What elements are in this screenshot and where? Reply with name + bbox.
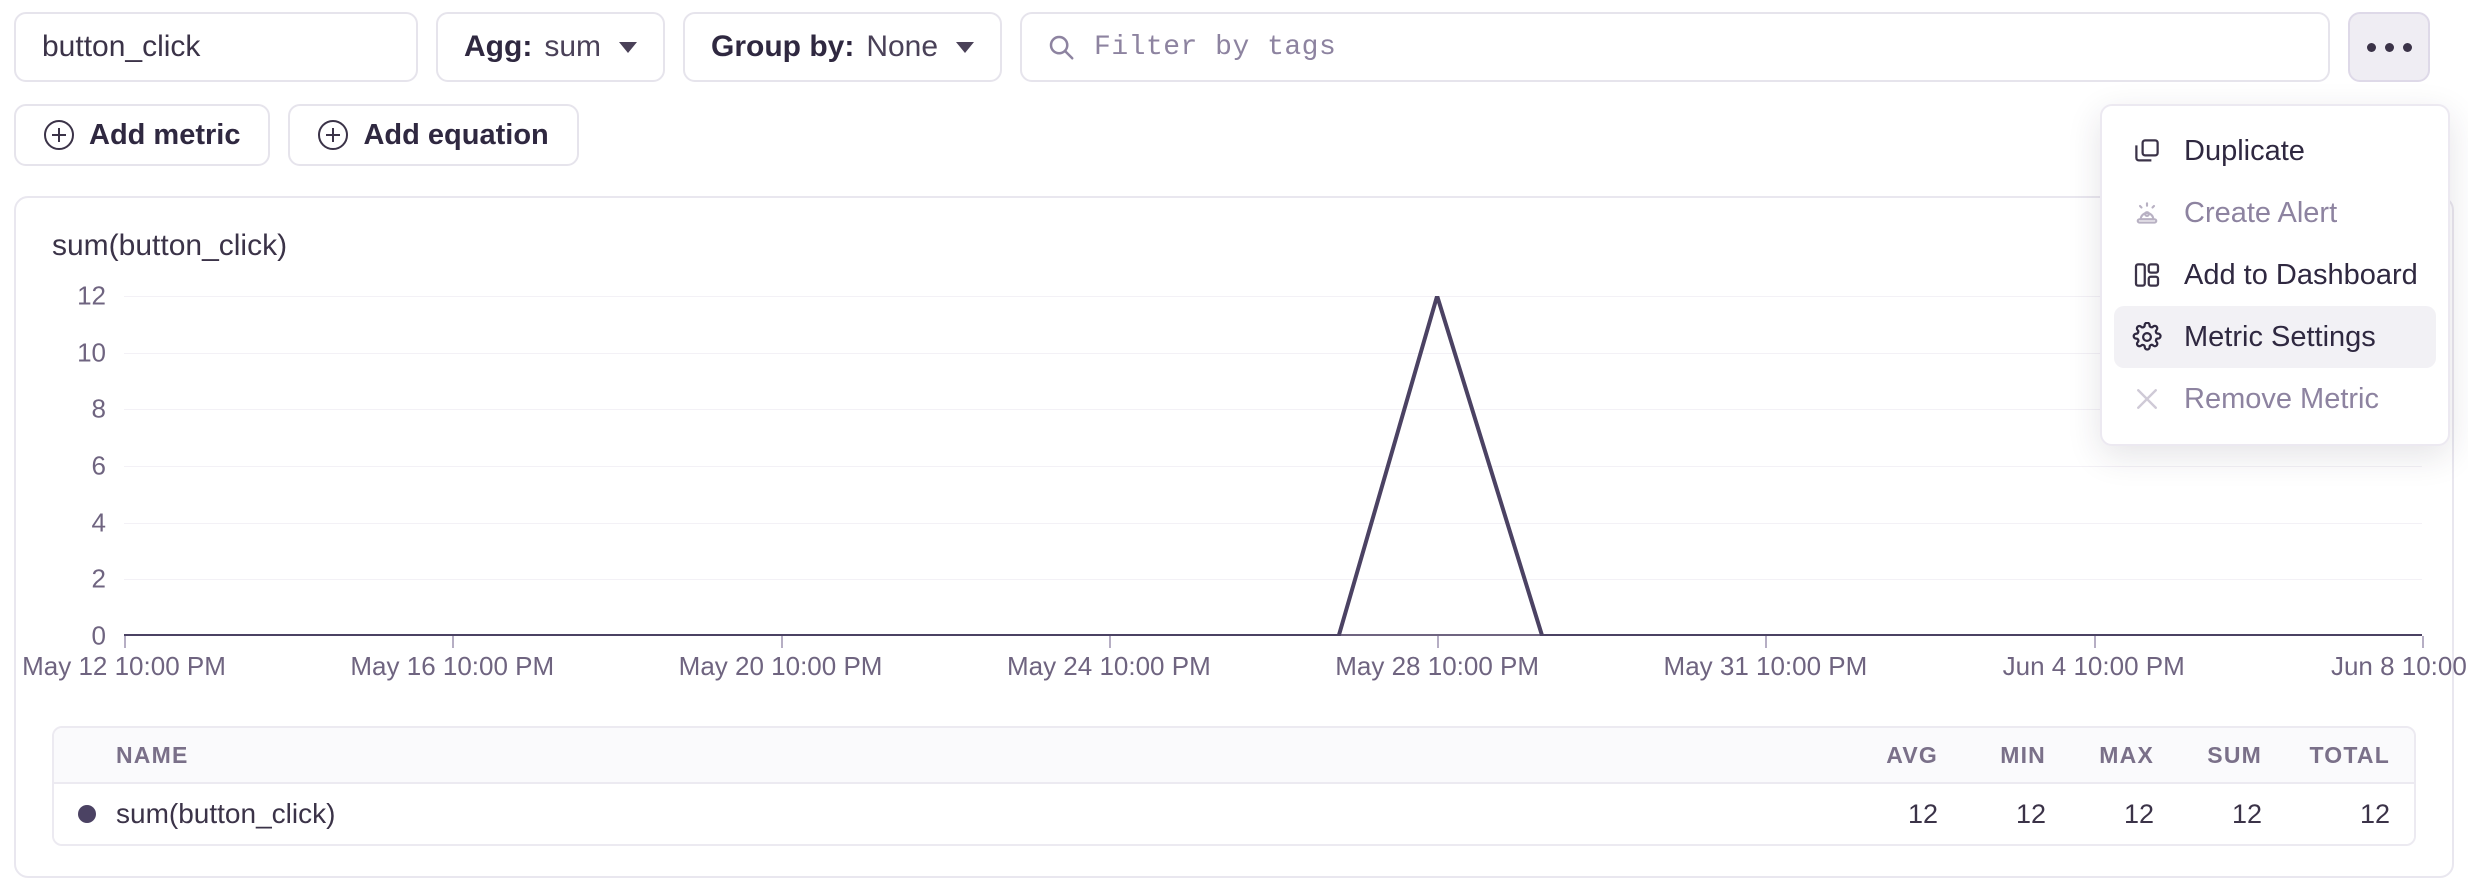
x-axis-tick-label: May 16 10:00 PM <box>350 651 554 682</box>
series-color-dot-icon <box>78 805 96 823</box>
y-axis-tick-label: 2 <box>52 564 106 595</box>
add-metric-button[interactable]: Add metric <box>14 104 270 166</box>
gear-icon <box>2132 322 2162 352</box>
legend-total-value: 12 <box>2262 799 2390 830</box>
y-axis-labels: 024681012 <box>52 296 106 636</box>
column-header-min: MIN <box>1938 742 2046 769</box>
add-equation-label: Add equation <box>363 119 548 152</box>
table-row[interactable]: sum(button_click) 12 12 12 12 12 <box>54 784 2414 844</box>
chart-card: sum(button_click) Display: Line 02468101… <box>14 196 2454 878</box>
y-axis-tick-label: 4 <box>52 507 106 538</box>
series-path <box>124 296 2422 636</box>
legend-max-value: 12 <box>2046 799 2154 830</box>
x-axis-tick-label: May 12 10:00 PM <box>22 651 226 682</box>
x-axis-tick-label: May 28 10:00 PM <box>1335 651 1539 682</box>
menu-item-label: Add to Dashboard <box>2184 259 2418 292</box>
ellipsis-icon <box>2385 43 2394 52</box>
x-axis-tick <box>1765 636 1767 648</box>
y-axis-tick-label: 12 <box>52 281 106 312</box>
y-axis-tick-label: 6 <box>52 451 106 482</box>
metric-context-menu: Duplicate Create Alert Add to Dashboard <box>2100 104 2450 446</box>
legend-series-name: sum(button_click) <box>116 798 335 830</box>
menu-item-create-alert[interactable]: Create Alert <box>2114 182 2436 244</box>
group-by-selector[interactable]: Group by: None <box>683 12 1002 82</box>
query-bar: button_click Agg: sum Group by: None Fil… <box>14 12 2430 82</box>
chevron-down-icon <box>956 42 974 53</box>
tag-filter-field[interactable]: Filter by tags <box>1020 12 2330 82</box>
x-axis-tick <box>1437 636 1439 648</box>
tag-filter-placeholder: Filter by tags <box>1094 32 1336 63</box>
column-header-total: TOTAL <box>2262 742 2390 769</box>
legend-sum-value: 12 <box>2154 799 2262 830</box>
chart-plot-area: 024681012 May 12 10:00 PMMay 16 10:00 PM… <box>52 296 2422 686</box>
alert-siren-icon <box>2132 198 2162 228</box>
search-icon <box>1046 32 1076 62</box>
x-axis-tick-label: May 20 10:00 PM <box>679 651 883 682</box>
metric-explorer-page: button_click Agg: sum Group by: None Fil… <box>0 0 2468 894</box>
x-axis-tick <box>2422 636 2424 648</box>
column-header-name: NAME <box>78 742 1830 769</box>
y-axis-tick-label: 0 <box>52 621 106 652</box>
metric-name-value: button_click <box>42 30 200 64</box>
dashboard-layout-icon <box>2132 260 2162 290</box>
x-axis-tick-label: Jun 4 10:00 PM <box>2003 651 2185 682</box>
group-by-label: Group by: <box>711 30 854 64</box>
chart-title: sum(button_click) <box>52 229 287 263</box>
x-axis-tick <box>2094 636 2096 648</box>
chevron-down-icon <box>619 42 637 53</box>
menu-item-label: Metric Settings <box>2184 321 2376 354</box>
menu-item-metric-settings[interactable]: Metric Settings <box>2114 306 2436 368</box>
group-by-value: None <box>866 30 938 64</box>
legend-header-row: NAME AVG MIN MAX SUM TOTAL <box>54 728 2414 784</box>
menu-item-label: Remove Metric <box>2184 383 2379 416</box>
duplicate-icon <box>2132 136 2162 166</box>
menu-item-duplicate[interactable]: Duplicate <box>2114 120 2436 182</box>
x-axis-labels: May 12 10:00 PMMay 16 10:00 PMMay 20 10:… <box>124 651 2422 691</box>
column-header-sum: SUM <box>2154 742 2262 769</box>
legend-avg-value: 12 <box>1830 799 1938 830</box>
add-actions-row: Add metric Add equation <box>14 104 579 166</box>
x-axis-tick <box>124 636 126 648</box>
ellipsis-icon <box>2403 43 2412 52</box>
menu-item-label: Duplicate <box>2184 135 2305 168</box>
ellipsis-icon <box>2367 43 2376 52</box>
menu-item-remove-metric[interactable]: Remove Metric <box>2114 368 2436 430</box>
x-axis-tick <box>1109 636 1111 648</box>
column-header-avg: AVG <box>1830 742 1938 769</box>
more-options-button[interactable] <box>2348 12 2430 82</box>
y-axis-tick-label: 8 <box>52 394 106 425</box>
x-axis-tick <box>781 636 783 648</box>
aggregation-label: Agg: <box>464 30 532 64</box>
legend-series-name-cell: sum(button_click) <box>78 798 1830 830</box>
aggregation-value: sum <box>544 30 601 64</box>
plus-circle-icon <box>318 120 348 150</box>
aggregation-selector[interactable]: Agg: sum <box>436 12 665 82</box>
x-axis-tick-label: May 31 10:00 PM <box>1664 651 1868 682</box>
chart-series-line <box>124 296 2422 636</box>
series-legend-table: NAME AVG MIN MAX SUM TOTAL sum(button_cl… <box>52 726 2416 846</box>
add-metric-label: Add metric <box>89 119 240 152</box>
y-axis-tick-label: 10 <box>52 337 106 368</box>
menu-item-add-to-dashboard[interactable]: Add to Dashboard <box>2114 244 2436 306</box>
close-x-icon <box>2132 384 2162 414</box>
legend-min-value: 12 <box>1938 799 2046 830</box>
metric-name-input[interactable]: button_click <box>14 12 418 82</box>
menu-item-label: Create Alert <box>2184 197 2337 230</box>
x-axis-tick <box>452 636 454 648</box>
x-axis-tick-label: Jun 8 10:00 PM <box>2331 651 2468 682</box>
plus-circle-icon <box>44 120 74 150</box>
add-equation-button[interactable]: Add equation <box>288 104 578 166</box>
column-header-max: MAX <box>2046 742 2154 769</box>
x-axis-tick-label: May 24 10:00 PM <box>1007 651 1211 682</box>
